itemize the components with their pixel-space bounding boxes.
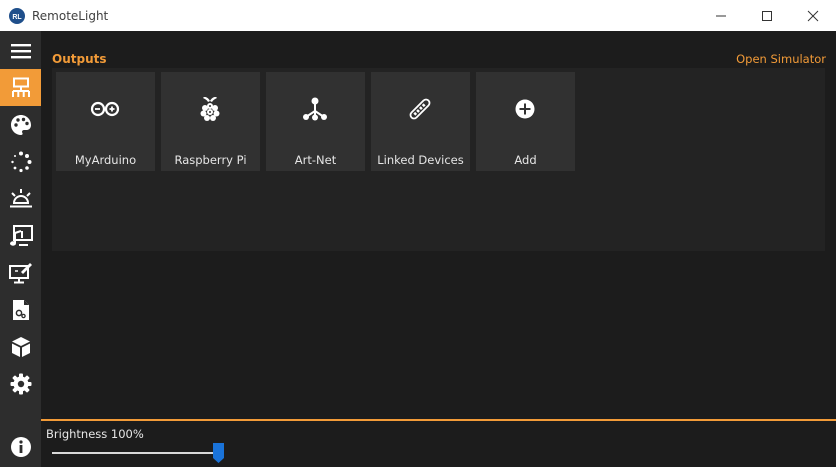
close-icon <box>807 10 819 22</box>
art-net-icon <box>300 94 330 124</box>
minimize-button[interactable] <box>698 0 744 31</box>
linked-devices-icon <box>405 94 435 124</box>
brightness-label: Brightness 100% <box>46 427 144 441</box>
scripts-icon <box>12 299 29 320</box>
sidebar-item-outputs[interactable] <box>0 69 41 106</box>
animations-icon <box>10 151 31 172</box>
sidebar-item-settings[interactable] <box>0 365 41 402</box>
settings-icon <box>10 373 31 394</box>
svg-text:RL: RL <box>12 14 22 21</box>
outputs-panel: MyArduino Raspberry Pi Art-Net Linked De… <box>52 68 825 251</box>
outputs-icon <box>11 77 30 97</box>
tile-label: Linked Devices <box>377 153 464 167</box>
sidebar-item-scenes[interactable] <box>0 180 41 217</box>
output-tile-add[interactable]: Add <box>476 72 575 171</box>
sidebar-item-about[interactable] <box>0 428 41 465</box>
sidebar-item-animations[interactable] <box>0 143 41 180</box>
close-button[interactable] <box>790 0 836 31</box>
open-simulator-link[interactable]: Open Simulator <box>736 52 826 66</box>
maximize-icon <box>762 11 772 21</box>
tile-label: MyArduino <box>74 153 137 167</box>
sidebar <box>0 31 41 467</box>
sidebar-item-plugins[interactable] <box>0 328 41 365</box>
brightness-bar: Brightness 100% <box>41 419 836 467</box>
page-title: Outputs <box>52 52 107 66</box>
app-logo-icon: RL <box>9 8 25 24</box>
maximize-button[interactable] <box>744 0 790 31</box>
tile-label: Raspberry Pi <box>174 153 247 167</box>
brightness-slider-thumb[interactable] <box>213 443 224 463</box>
window-title: RemoteLight <box>32 9 109 23</box>
sidebar-item-music-sync[interactable] <box>0 217 41 254</box>
music-sync-icon <box>9 224 33 246</box>
info-icon <box>10 436 31 457</box>
tile-label: Add <box>514 153 537 167</box>
tile-label: Art-Net <box>294 153 337 167</box>
sidebar-item-screen-color[interactable] <box>0 254 41 291</box>
output-tile-myarduino[interactable]: MyArduino <box>56 72 155 171</box>
palette-icon <box>10 114 31 135</box>
sidebar-item-menu[interactable] <box>0 32 41 69</box>
sidebar-item-colors[interactable] <box>0 106 41 143</box>
output-tile-raspberry-pi[interactable]: Raspberry Pi <box>161 72 260 171</box>
minimize-icon <box>716 15 726 17</box>
title-bar: RL RemoteLight <box>0 0 836 31</box>
sidebar-item-scripts[interactable] <box>0 291 41 328</box>
raspberry-pi-icon <box>195 94 225 124</box>
arduino-icon <box>90 94 120 124</box>
add-icon <box>510 94 540 124</box>
brightness-slider-track[interactable] <box>52 452 219 454</box>
main-panel: Outputs Open Simulator MyArduino Raspber… <box>41 31 836 419</box>
output-tile-art-net[interactable]: Art-Net <box>266 72 365 171</box>
scenes-icon <box>9 188 32 207</box>
screen-color-icon <box>8 262 32 283</box>
plugins-icon <box>11 336 30 357</box>
output-tile-linked-devices[interactable]: Linked Devices <box>371 72 470 171</box>
menu-icon <box>10 43 31 58</box>
